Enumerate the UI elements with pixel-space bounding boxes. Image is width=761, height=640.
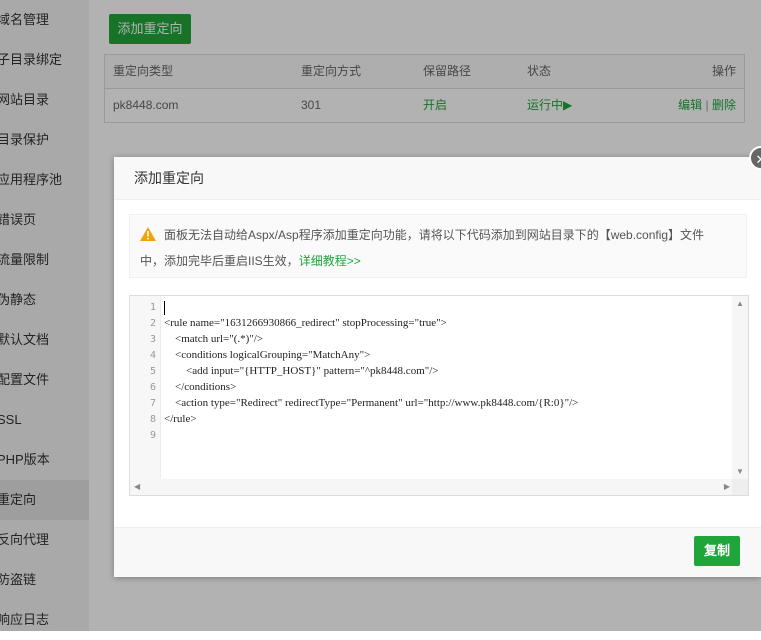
code-line: </conditions> [164,381,237,393]
notice-box: 面板无法自动给Aspx/Asp程序添加重定向功能，请将以下代码添加到网站目录下的… [129,214,747,278]
scroll-down-icon[interactable]: ▼ [736,468,744,476]
line-number: 5 [149,366,156,377]
line-number-gutter: 1 2 3 4 5 6 7 8 9 [130,296,161,480]
line-number: 4 [149,350,156,361]
horizontal-scrollbar[interactable]: ◀ ▶ [130,479,734,495]
code-line: <action type="Redirect" redirectType="Pe… [164,397,579,409]
code-editor[interactable]: 1 2 3 4 5 6 7 8 9 <rule name="1631266930… [129,295,749,496]
code-line: <conditions logicalGrouping="MatchAny"> [164,349,371,361]
tutorial-link[interactable]: 详细教程>> [299,254,361,268]
scroll-right-icon[interactable]: ▶ [724,483,730,491]
code-line: </rule> [164,413,197,425]
scroll-up-icon[interactable]: ▲ [736,300,744,308]
line-number: 2 [149,318,156,329]
code-line: <add input="{HTTP_HOST}" pattern="^pk844… [164,365,439,377]
text-cursor [164,301,165,315]
notice-line-2: 中，添加完毕后重启IIS生效，详细教程>> [140,251,361,271]
notice-text-1: 面板无法自动给Aspx/Asp程序添加重定向功能，请将以下代码添加到网站目录下的… [164,228,705,242]
modal-footer: 复制 [114,527,761,577]
modal-title: 添加重定向 [114,157,761,200]
vertical-scrollbar[interactable]: ▲ ▼ [732,296,748,480]
warning-icon [140,227,156,241]
scrollbar-corner [732,479,748,495]
line-number: 8 [149,414,156,425]
line-number: 6 [149,382,156,393]
copy-button[interactable]: 复制 [694,536,740,566]
line-number: 1 [149,302,156,313]
code-line: <rule name="1631266930866_redirect" stop… [164,317,447,329]
line-number: 7 [149,398,156,409]
notice-text-2: 中，添加完毕后重启IIS生效， [140,254,299,268]
add-redirect-modal: 添加重定向 面板无法自动给Aspx/Asp程序添加重定向功能，请将以下代码添加到… [114,157,761,577]
line-number: 3 [149,334,156,345]
code-line: <match url="(.*)"/> [164,333,264,345]
code-text-area[interactable]: <rule name="1631266930866_redirect" stop… [160,296,736,480]
scroll-left-icon[interactable]: ◀ [134,483,140,491]
notice-line-1: 面板无法自动给Aspx/Asp程序添加重定向功能，请将以下代码添加到网站目录下的… [140,225,704,245]
line-number: 9 [149,430,156,441]
